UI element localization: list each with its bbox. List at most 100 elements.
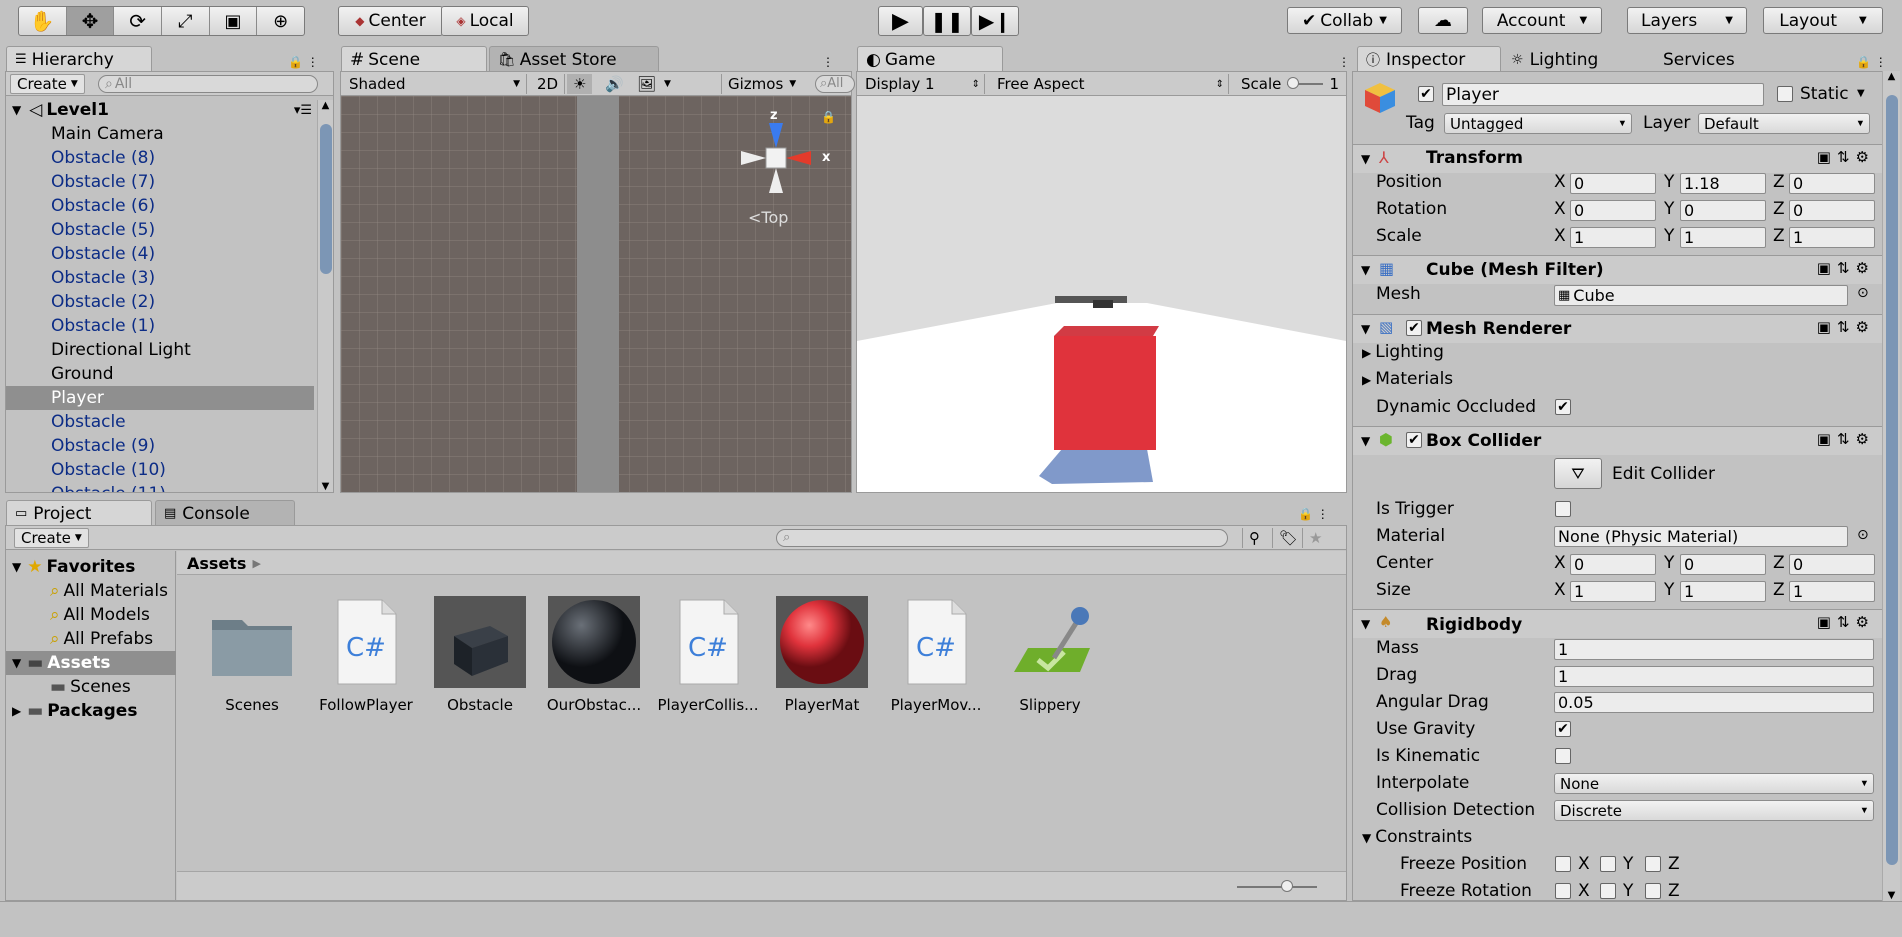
position-x-field[interactable]: 0 xyxy=(1570,173,1656,194)
favorites-folder[interactable]: ▼ ★ Favorites xyxy=(12,555,135,579)
filter-type-button[interactable]: ⚲ xyxy=(1242,528,1266,548)
scene-gizmo[interactable] xyxy=(721,108,831,208)
packages-folder[interactable]: ▶ ▬ Packages xyxy=(12,699,137,723)
size-z-field[interactable]: 1 xyxy=(1789,581,1875,602)
slider-thumb[interactable] xyxy=(1287,77,1300,89)
is-kinematic-checkbox[interactable] xyxy=(1555,748,1571,764)
object-picker-icon[interactable]: ⊙ xyxy=(1857,527,1869,543)
rotation-y-field[interactable]: 0 xyxy=(1680,200,1766,221)
slider-thumb[interactable] xyxy=(1281,880,1293,892)
play-button[interactable]: ▶ xyxy=(878,6,923,36)
scale-slider[interactable]: Scale 1 xyxy=(1235,74,1345,94)
materials-foldout[interactable]: ▶ Materials xyxy=(1362,369,1453,389)
dynamic-occluded-checkbox[interactable]: ✔ xyxy=(1555,399,1571,415)
scene-viewport[interactable]: 🔒 z x <Top xyxy=(341,96,851,492)
constraints-foldout[interactable]: ▼ Constraints xyxy=(1362,827,1472,847)
mesh-filter-header[interactable]: ▼ ▦ Cube (Mesh Filter) ▣⇅⚙ xyxy=(1353,256,1883,284)
freeze-position-z-checkbox[interactable] xyxy=(1645,856,1661,872)
display-dropdown[interactable]: Display 1 ⇕ xyxy=(859,74,985,94)
scene-lighting-toggle[interactable]: ☀ xyxy=(567,74,593,94)
component-menu-icons[interactable]: ▣⇅⚙ xyxy=(1817,430,1875,448)
scene-menu-icon[interactable]: ▾☰ xyxy=(294,103,312,118)
layout-dropdown[interactable]: Layout ▼ xyxy=(1763,7,1883,34)
mesh-field[interactable]: ▦ Cube xyxy=(1554,285,1848,306)
asset-item[interactable]: C# PlayerCollis... xyxy=(653,596,763,714)
scrollbar-thumb[interactable] xyxy=(320,124,332,274)
scale-y-field[interactable]: 1 xyxy=(1680,227,1766,248)
asset-item[interactable]: C# FollowPlayer xyxy=(311,596,421,714)
scene-root[interactable]: ▼ ◁ Level1 ▾☰ xyxy=(12,98,312,122)
layer-dropdown[interactable]: Default xyxy=(1698,113,1870,134)
icon-size-slider[interactable] xyxy=(1237,880,1317,892)
scene-effects-dropdown[interactable]: 🖼 ▼ xyxy=(631,74,677,94)
collision-detection-dropdown[interactable]: Discrete xyxy=(1554,800,1874,821)
panel-menu-icon[interactable]: 🔒 ⋮ xyxy=(1856,55,1887,69)
static-dropdown-icon[interactable]: ▼ xyxy=(1857,88,1865,99)
favorite-button[interactable]: ★ xyxy=(1302,528,1328,548)
hierarchy-item[interactable]: Obstacle (8) xyxy=(6,146,314,170)
aspect-dropdown[interactable]: Free Aspect ⇕ xyxy=(991,74,1229,94)
hierarchy-item[interactable]: Obstacle (2) xyxy=(6,290,314,314)
drag-field[interactable]: 1 xyxy=(1554,666,1874,687)
scale-tool-icon[interactable]: ⤢ xyxy=(162,7,210,35)
hierarchy-item[interactable]: Obstacle xyxy=(6,410,314,434)
tab-asset-store[interactable]: 🛍 Asset Store xyxy=(489,46,659,72)
hierarchy-search-input[interactable]: ⌕ All xyxy=(98,75,318,93)
component-menu-icons[interactable]: ▣⇅⚙ xyxy=(1817,318,1875,336)
collab-dropdown[interactable]: ✔ Collab ▼ xyxy=(1287,7,1402,34)
angular-drag-field[interactable]: 0.05 xyxy=(1554,692,1874,713)
hierarchy-scrollbar[interactable]: ▲ ▼ xyxy=(317,100,333,492)
box-collider-enabled-checkbox[interactable]: ✔ xyxy=(1406,432,1422,448)
freeze-position-y-checkbox[interactable] xyxy=(1600,856,1616,872)
object-name-field[interactable]: Player xyxy=(1442,83,1764,106)
favorite-item[interactable]: ⌕ All Prefabs xyxy=(50,627,153,651)
tab-scene[interactable]: # Scene xyxy=(341,46,487,72)
hierarchy-item[interactable]: Main Camera xyxy=(6,122,314,146)
hierarchy-item[interactable]: Obstacle (3) xyxy=(6,266,314,290)
step-button[interactable]: ▶❙ xyxy=(971,6,1019,36)
position-z-field[interactable]: 0 xyxy=(1789,173,1875,194)
tab-hierarchy[interactable]: ☰ Hierarchy xyxy=(6,46,152,72)
object-picker-icon[interactable]: ⊙ xyxy=(1857,285,1869,301)
hand-tool-icon[interactable]: ✋ xyxy=(19,7,67,35)
center-z-field[interactable]: 0 xyxy=(1789,554,1875,575)
move-tool-icon[interactable]: ✥ xyxy=(66,7,115,35)
component-menu-icons[interactable]: ▣⇅⚙ xyxy=(1817,613,1875,631)
gizmos-dropdown[interactable]: Gizmos ▼ xyxy=(721,74,802,94)
hierarchy-item[interactable]: Ground xyxy=(6,362,314,386)
hierarchy-item[interactable]: Obstacle (4) xyxy=(6,242,314,266)
cloud-button[interactable]: ☁ xyxy=(1418,7,1468,34)
game-viewport[interactable] xyxy=(857,96,1346,492)
hierarchy-item[interactable]: Obstacle (5) xyxy=(6,218,314,242)
hierarchy-item[interactable]: Obstacle (9) xyxy=(6,434,314,458)
transform-header[interactable]: ▼ ⅄ Transform ▣⇅⚙ xyxy=(1353,145,1883,173)
lighting-foldout[interactable]: ▶ Lighting xyxy=(1362,342,1444,362)
size-y-field[interactable]: 1 xyxy=(1680,581,1766,602)
hierarchy-item[interactable]: Obstacle (1) xyxy=(6,314,314,338)
component-menu-icons[interactable]: ▣⇅⚙ xyxy=(1817,148,1875,166)
component-menu-icons[interactable]: ▣⇅⚙ xyxy=(1817,259,1875,277)
edit-collider-button[interactable]: ⛛ xyxy=(1554,458,1602,489)
scroll-down-icon[interactable]: ▼ xyxy=(1883,890,1900,901)
tab-project[interactable]: ▭ Project xyxy=(6,500,152,526)
shading-dropdown[interactable]: Shaded ▼ xyxy=(343,74,527,94)
freeze-position-x-checkbox[interactable] xyxy=(1555,856,1571,872)
hierarchy-item[interactable]: Directional Light xyxy=(6,338,314,362)
scrollbar-thumb[interactable] xyxy=(1886,95,1898,865)
freeze-rotation-y-checkbox[interactable] xyxy=(1600,883,1616,899)
account-dropdown[interactable]: Account ▼ xyxy=(1482,7,1602,34)
tab-lighting[interactable]: ☼ Lighting xyxy=(1502,46,1644,72)
asset-item[interactable]: C# PlayerMov... xyxy=(881,596,991,714)
layers-dropdown[interactable]: Layers ▼ xyxy=(1627,7,1747,34)
tag-dropdown[interactable]: Untagged xyxy=(1444,113,1632,134)
freeze-rotation-z-checkbox[interactable] xyxy=(1645,883,1661,899)
box-collider-header[interactable]: ▼ ⬢ ✔ Box Collider ▣⇅⚙ xyxy=(1353,427,1883,455)
breadcrumb-assets[interactable]: Assets ▶ xyxy=(187,551,261,575)
asset-item[interactable]: PlayerMat xyxy=(767,596,877,714)
favorite-item[interactable]: ⌕ All Models xyxy=(50,603,150,627)
rotation-x-field[interactable]: 0 xyxy=(1570,200,1656,221)
panel-menu-icon[interactable]: ⋮ xyxy=(1338,55,1350,69)
position-y-field[interactable]: 1.18 xyxy=(1680,173,1766,194)
mode-2d-toggle[interactable]: 2D xyxy=(531,74,565,94)
slider-track[interactable] xyxy=(1287,77,1324,89)
